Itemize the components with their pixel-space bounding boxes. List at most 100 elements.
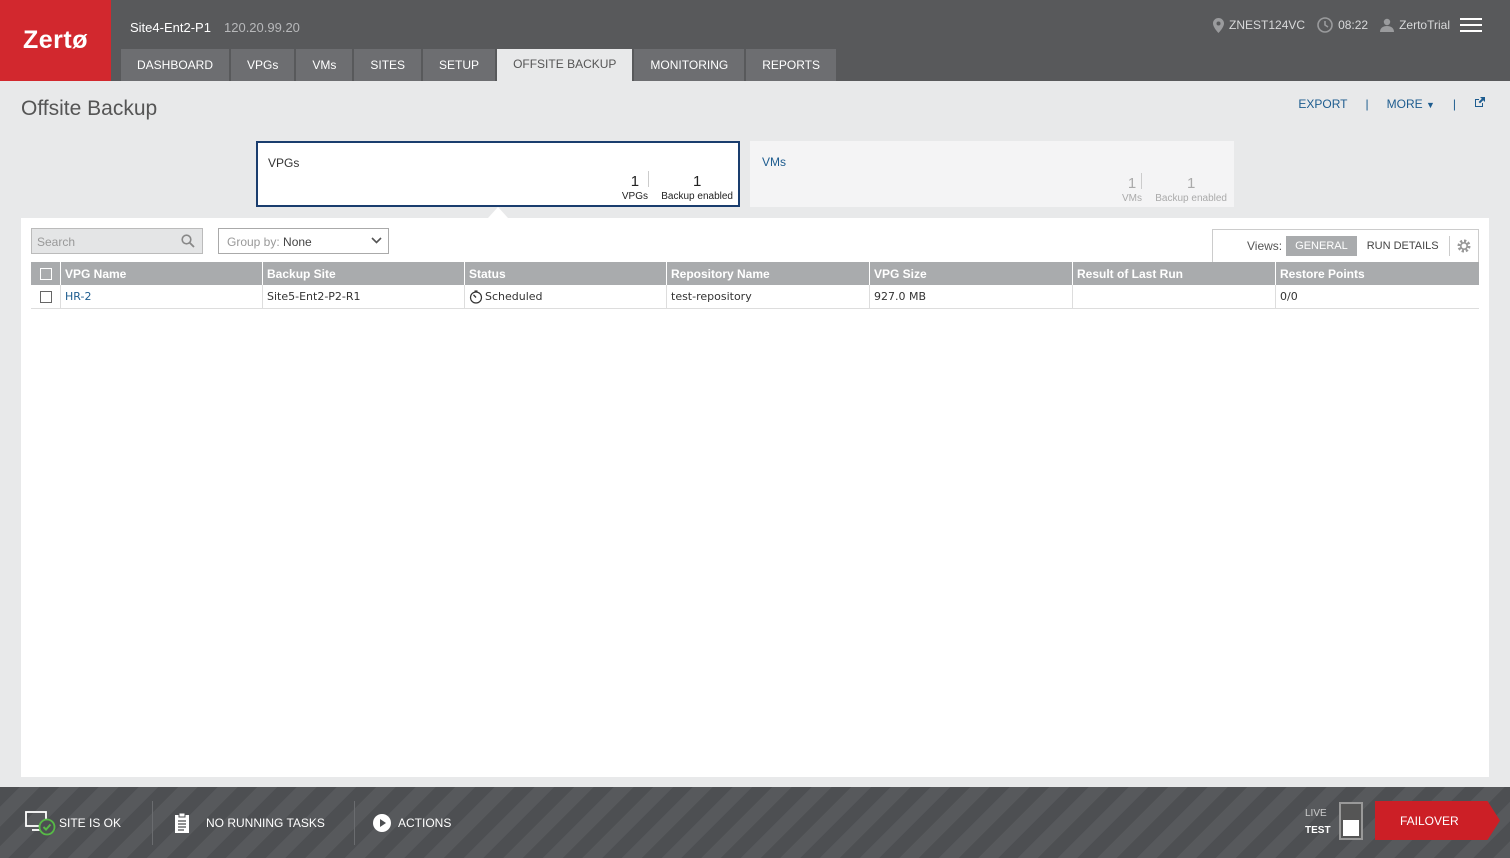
header-status: ZNEST124VC 08:22 ZertoTrial (1201, 17, 1450, 33)
views-switcher: Views: GENERAL RUN DETAILS (1212, 229, 1479, 263)
views-label: Views: (1247, 239, 1283, 253)
row-checkbox[interactable] (39, 290, 52, 303)
view-run-details-button[interactable]: RUN DETAILS (1367, 240, 1439, 252)
column-header-backup-site[interactable]: Backup Site (263, 262, 465, 285)
group-by-value: None (283, 235, 312, 249)
vms-count: 1 (1127, 175, 1137, 192)
vpg-size-cell: 927.0 MB (870, 285, 1073, 308)
tab-vpgs[interactable]: VPGs (231, 49, 295, 81)
user-name: ZertoTrial (1399, 18, 1450, 32)
user-icon (1380, 18, 1395, 32)
live-test-toggle[interactable] (1339, 802, 1363, 840)
gear-icon[interactable] (1456, 238, 1472, 254)
tab-vms[interactable]: VMs (296, 49, 353, 81)
zerto-logo[interactable]: Zertø (0, 0, 111, 81)
main-panel: Search Group by: None Views: GENERAL RUN… (21, 218, 1489, 777)
more-label: MORE (1386, 96, 1423, 111)
status-text: Scheduled (485, 290, 543, 303)
play-icon (373, 813, 391, 832)
clock-icon (1317, 17, 1333, 33)
live-test-labels: LIVE TEST (1305, 805, 1331, 839)
tab-dashboard[interactable]: DASHBOARD (121, 49, 230, 81)
card-pointer (488, 207, 508, 218)
vpgs-backup-count: 1 (692, 173, 702, 190)
vms-count-label: VMs (1122, 193, 1142, 204)
actions-text: ACTIONS (398, 815, 452, 830)
site-status-button[interactable]: SITE IS OK (25, 787, 121, 858)
vms-backup-stat: 1 Backup enabled (1155, 175, 1227, 204)
page-title: Offsite Backup (21, 97, 158, 120)
divider (354, 801, 355, 845)
tab-reports[interactable]: REPORTS (746, 49, 836, 81)
more-menu[interactable]: MORE ▼ (1387, 97, 1435, 111)
hamburger-menu-icon[interactable] (1460, 18, 1482, 34)
tab-setup[interactable]: SETUP (423, 49, 496, 81)
vcenter-indicator[interactable]: ZNEST124VC (1213, 17, 1306, 33)
column-header-vpg-name[interactable]: VPG Name (61, 262, 263, 285)
vms-summary-card[interactable]: VMs 1 VMs 1 Backup enabled (750, 141, 1234, 207)
running-tasks-button[interactable]: NO RUNNING TASKS (175, 787, 325, 858)
caret-down-icon: ▼ (1425, 99, 1435, 110)
column-header-repository[interactable]: Repository Name (667, 262, 870, 285)
vms-backup-count: 1 (1186, 175, 1196, 192)
vpgs-backup-label: Backup enabled (661, 191, 733, 202)
select-all-cell (31, 262, 61, 285)
row-select-cell (31, 285, 61, 308)
divider (1448, 236, 1450, 256)
backup-site-cell: Site5-Ent2-P2-R1 (263, 285, 465, 308)
vms-card-title: VMs (762, 155, 786, 169)
top-header: Zertø Site4-Ent2-P1 120.20.99.20 DASHBOA… (0, 0, 1510, 81)
vpgs-card-title: VPGs (268, 156, 300, 170)
search-icon (181, 234, 195, 248)
vpgs-count-stat: 1 VPGs (622, 173, 648, 202)
tab-offsite-backup[interactable]: OFFSITE BACKUP (497, 49, 633, 81)
divider: | (1365, 96, 1369, 111)
popout-link[interactable] (1474, 96, 1486, 111)
scheduled-timer-icon (469, 289, 483, 304)
running-tasks-text: NO RUNNING TASKS (206, 815, 325, 830)
divider: | (1452, 96, 1456, 111)
clock-indicator: 08:22 (1317, 17, 1368, 33)
current-time: 08:22 (1338, 18, 1369, 32)
restore-points-cell: 0/0 (1280, 290, 1298, 303)
site-name: Site4-Ent2-P1 (130, 20, 211, 35)
column-header-last-run[interactable]: Result of Last Run (1073, 262, 1276, 285)
vpgs-summary-card[interactable]: VPGs 1 VPGs 1 Backup enabled (256, 141, 740, 207)
table-row[interactable]: HR-2 Site5-Ent2-P2-R1 Scheduled test-rep… (31, 285, 1479, 309)
test-label: TEST (1305, 825, 1331, 836)
site-ip: 120.20.99.20 (224, 20, 300, 35)
location-pin-icon (1213, 17, 1225, 33)
last-run-cell (1073, 285, 1276, 308)
vpg-name-link[interactable]: HR-2 (61, 285, 263, 308)
column-header-restore-points[interactable]: Restore Points (1276, 262, 1479, 285)
live-label: LIVE (1305, 808, 1327, 819)
tab-monitoring[interactable]: MONITORING (634, 49, 745, 81)
external-link-icon (1475, 97, 1485, 107)
user-menu[interactable]: ZertoTrial (1380, 18, 1450, 32)
failover-button[interactable]: FAILOVER (1375, 801, 1500, 840)
vms-count-stat: 1 VMs (1122, 175, 1142, 204)
column-header-vpg-size[interactable]: VPG Size (870, 262, 1073, 285)
select-all-checkbox[interactable] (39, 267, 52, 280)
offsite-backup-table: VPG Name Backup Site Status Repository N… (31, 262, 1479, 309)
column-header-status[interactable]: Status (465, 262, 667, 285)
vpgs-backup-stat: 1 Backup enabled (661, 173, 733, 202)
status-footer: SITE IS OK NO RUNNING TASKS ACTIONS LIVE… (0, 787, 1510, 858)
group-by-select[interactable]: Group by: None (218, 228, 389, 254)
view-general-button[interactable]: GENERAL (1286, 236, 1357, 256)
search-placeholder: Search (37, 235, 76, 249)
divider (648, 171, 649, 187)
site-status-text: SITE IS OK (59, 815, 122, 830)
tab-sites[interactable]: SITES (354, 49, 422, 81)
search-input[interactable]: Search (31, 228, 203, 254)
divider (152, 801, 153, 845)
toggle-knob (1343, 820, 1359, 836)
vms-backup-label: Backup enabled (1155, 193, 1227, 204)
actions-button[interactable]: ACTIONS (373, 787, 451, 858)
site-ok-icon (25, 810, 56, 835)
chevron-down-icon (371, 237, 382, 244)
export-link[interactable]: EXPORT (1298, 97, 1347, 111)
vcenter-name: ZNEST124VC (1229, 18, 1306, 32)
vpgs-count: 1 (630, 173, 640, 190)
repository-cell: test-repository (667, 285, 870, 308)
